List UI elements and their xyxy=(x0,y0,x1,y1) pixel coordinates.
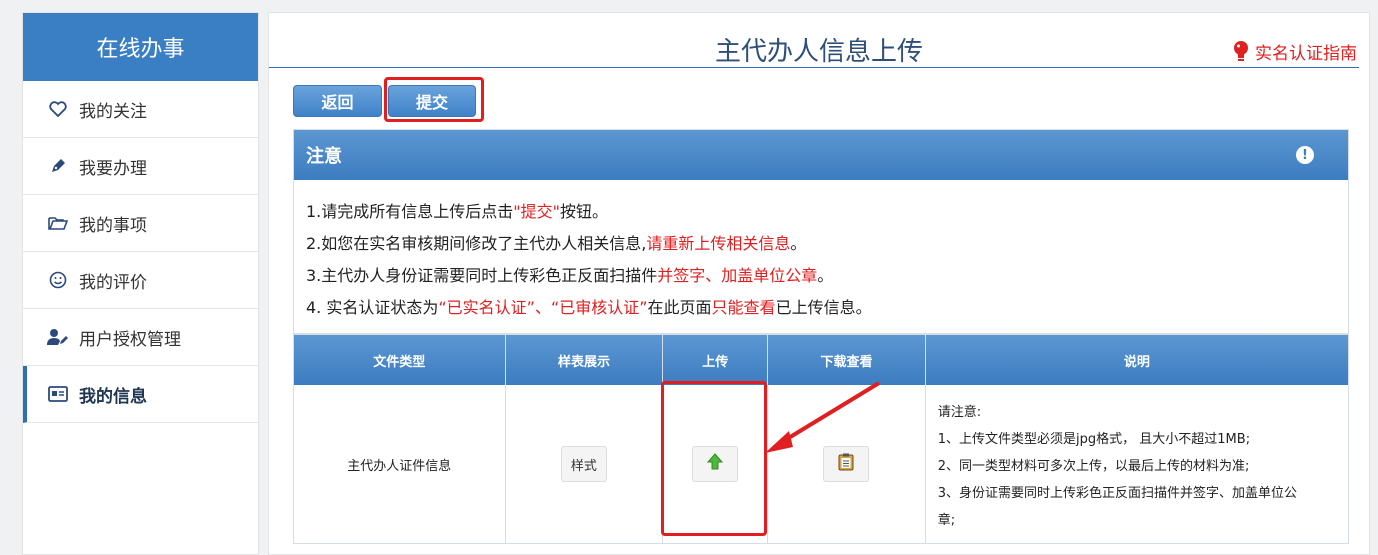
id-card-icon xyxy=(47,383,69,405)
sidebar-title: 在线办事 xyxy=(23,13,258,81)
sidebar-item-label: 我的评价 xyxy=(79,272,147,293)
description-line: 1、上传文件类型必须是jpg格式， 且大小不超过1MB; xyxy=(937,432,1251,447)
sidebar-item-authorization[interactable]: 用户授权管理 xyxy=(23,309,258,366)
submit-highlight-box xyxy=(384,77,484,122)
notice-line-1: 1.请完成所有信息上传后点击"提交"按钮。 xyxy=(306,202,609,221)
sidebar-item-label: 我的关注 xyxy=(79,101,147,122)
realname-guide-link[interactable]: 实名认证指南 xyxy=(1233,39,1357,64)
smile-icon xyxy=(47,269,69,291)
sidebar-item-my-info[interactable]: 我的信息 xyxy=(23,366,258,423)
sidebar-item-label: 我的事项 xyxy=(79,215,147,236)
notice-panel: 注意 ! 1.请完成所有信息上传后点击"提交"按钮。 2.如您在实名审核期间修改… xyxy=(293,129,1349,334)
notice-line-4: 4. 实名认证状态为“已实名认证”、“已审核认证”在此页面只能查看已上传信息。 xyxy=(306,298,872,317)
description-line: 2、同一类型材料可多次上传，以最后上传的材料为准; xyxy=(937,459,1250,474)
notice-body: 1.请完成所有信息上传后点击"提交"按钮。 2.如您在实名审核期间修改了主代办人… xyxy=(294,180,1348,324)
user-edit-icon xyxy=(47,326,69,348)
sidebar-item-label: 我的信息 xyxy=(79,386,147,407)
sidebar-item-favorites[interactable]: 我的关注 xyxy=(23,81,258,138)
description-line: 请注意: xyxy=(937,405,982,420)
sidebar-item-reviews[interactable]: 我的评价 xyxy=(23,252,258,309)
sidebar-item-matters[interactable]: 我的事项 xyxy=(23,195,258,252)
notice-line-2: 2.如您在实名审核期间修改了主代办人相关信息,请重新上传相关信息。 xyxy=(306,234,807,253)
folder-icon xyxy=(47,212,69,234)
notice-line-3: 3.主代办人身份证需要同时上传彩色正反面扫描件并签字、加盖单位公章。 xyxy=(306,266,834,285)
file-type-cell: 主代办人证件信息 xyxy=(294,385,506,543)
guide-label: 实名认证指南 xyxy=(1255,44,1357,64)
column-header: 样表展示 xyxy=(506,335,664,385)
lightbulb-icon xyxy=(1233,40,1249,63)
sample-button[interactable]: 样式 xyxy=(560,446,607,482)
column-header: 说明 xyxy=(1123,354,1150,370)
pen-icon xyxy=(47,155,69,177)
column-header: 文件类型 xyxy=(294,335,506,385)
description-line: 章; xyxy=(937,513,956,528)
heart-icon xyxy=(47,98,69,120)
sidebar: 在线办事 我的关注 我要办理 我的事项 我的评价 用户授权管理 我的信息 xyxy=(22,12,259,555)
sample-cell: 样式 xyxy=(506,385,664,543)
description-line: 3、身份证需要同时上传彩色正反面扫描件并签字、加盖单位公 xyxy=(937,486,1298,501)
annotation-arrow xyxy=(765,381,881,453)
back-button[interactable]: 返回 xyxy=(293,85,382,117)
title-divider xyxy=(269,67,1359,68)
main-panel: 主代办人信息上传 实名认证指南 返回 提交 注意 ! 1.请完成所有信息上传后点… xyxy=(268,12,1370,555)
upload-highlight-box xyxy=(661,381,767,536)
sidebar-item-label: 我要办理 xyxy=(79,158,147,179)
exclamation-icon: ! xyxy=(1296,146,1314,164)
description-cell: 请注意: 1、上传文件类型必须是jpg格式， 且大小不超过1MB; 2、同一类型… xyxy=(926,385,1348,543)
page-title: 主代办人信息上传 xyxy=(714,37,923,67)
sidebar-item-label: 用户授权管理 xyxy=(79,329,181,350)
notice-heading: 注意 xyxy=(306,146,342,167)
sidebar-item-handle[interactable]: 我要办理 xyxy=(23,138,258,195)
column-header: 上传 xyxy=(663,335,769,385)
notice-header: 注意 ! xyxy=(294,130,1348,180)
